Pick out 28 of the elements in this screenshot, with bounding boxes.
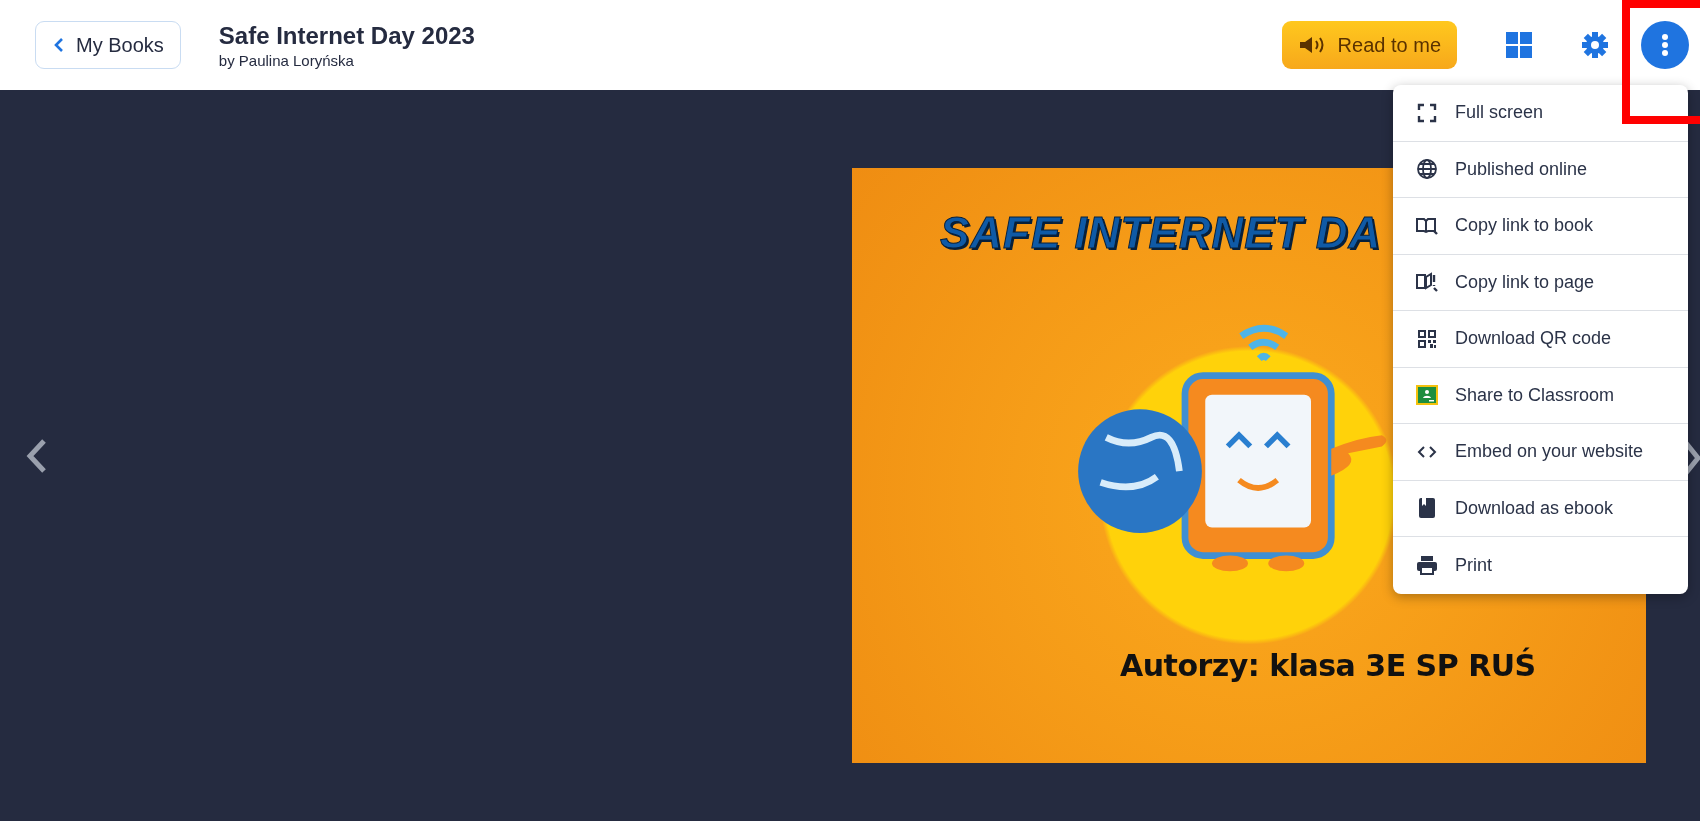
- fullscreen-icon: [1416, 101, 1438, 124]
- printer-icon: [1416, 554, 1438, 577]
- settings-icon[interactable]: [1581, 31, 1609, 59]
- menu-item[interactable]: Print: [1393, 537, 1688, 594]
- menu-item[interactable]: Embed on your website: [1393, 424, 1688, 481]
- qr-code-icon: [1416, 327, 1438, 350]
- cover-authors: Autorzy: klasa 3E SP RUŚ: [1120, 648, 1536, 683]
- menu-item[interactable]: Published online: [1393, 141, 1688, 198]
- chevron-left-icon: [54, 37, 64, 53]
- previous-page-icon[interactable]: [26, 437, 48, 474]
- globe-icon: [1416, 158, 1438, 181]
- classroom-icon: [1415, 384, 1439, 407]
- my-books-button[interactable]: My Books: [35, 21, 181, 69]
- book-author: by Paulina Loryńska: [218, 51, 355, 69]
- more-icon: [1661, 33, 1669, 57]
- read-to-me-button[interactable]: Read to me: [1281, 21, 1457, 69]
- book-page-icon: [1415, 271, 1439, 294]
- menu-item[interactable]: Copy link to page: [1393, 254, 1688, 311]
- menu-item[interactable]: Full screen: [1393, 85, 1688, 142]
- book-icon: [1417, 497, 1437, 520]
- menu-item[interactable]: Download as ebook: [1393, 480, 1688, 537]
- grid-icon[interactable]: [1505, 31, 1533, 59]
- more-options-button[interactable]: [1641, 21, 1689, 69]
- menu-item[interactable]: Copy link to book: [1393, 198, 1688, 255]
- menu-item[interactable]: Download QR code: [1393, 311, 1688, 368]
- cover-title: SAFE INTERNET DA: [940, 208, 1382, 258]
- menu-item[interactable]: Share to Classroom: [1393, 367, 1688, 424]
- book-title: Safe Internet Day 2023: [218, 21, 475, 50]
